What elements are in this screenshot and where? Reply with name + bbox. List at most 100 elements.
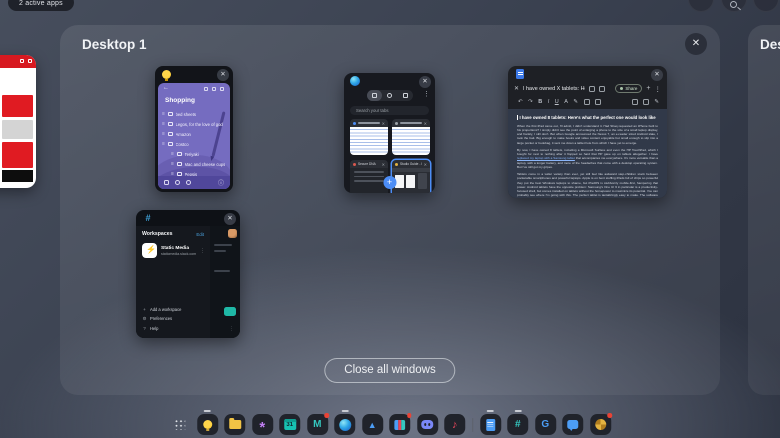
search-button[interactable] bbox=[721, 0, 747, 12]
dock-drive-icon[interactable]: ▲ bbox=[361, 414, 383, 435]
checklist-subitem[interactable]: ≡ Teriyaki bbox=[162, 149, 226, 159]
tab-close-icon[interactable]: ✕ bbox=[382, 162, 385, 167]
checklist-item[interactable]: ≡ Costco bbox=[162, 139, 226, 149]
dock-chat-icon[interactable] bbox=[562, 414, 584, 435]
add-box-icon[interactable] bbox=[164, 180, 169, 185]
pin-icon[interactable] bbox=[204, 87, 208, 91]
preferences-item[interactable]: ⚙ Preferences bbox=[142, 314, 206, 324]
corner-button-1[interactable] bbox=[688, 0, 714, 12]
edit-mode-icon[interactable]: ✎ bbox=[654, 99, 659, 105]
text-color-icon[interactable]: A bbox=[564, 99, 568, 105]
dock-keep-icon[interactable] bbox=[196, 410, 218, 435]
comment-add-icon[interactable] bbox=[632, 98, 639, 105]
desktop-title: Desktop 1 bbox=[82, 37, 147, 52]
browser-tab-thumbnail-1[interactable]: ✕ bbox=[350, 119, 388, 155]
underline-icon[interactable]: U bbox=[555, 99, 559, 105]
edit-button[interactable]: Edit bbox=[196, 232, 204, 237]
active-apps-pill[interactable]: 2 active apps bbox=[8, 0, 74, 11]
align-icon[interactable] bbox=[595, 98, 601, 105]
dock-calendar-icon[interactable]: 31 bbox=[279, 414, 301, 435]
comments-icon[interactable] bbox=[599, 85, 606, 92]
docs-more-icon[interactable]: ⋮ bbox=[655, 85, 662, 93]
browser-tab-thumbnail-3[interactable]: Secure DNA ✕ bbox=[350, 160, 388, 193]
dock-discord-icon[interactable] bbox=[416, 414, 438, 435]
add-workspace-item[interactable]: + Add a workspace bbox=[142, 305, 206, 315]
share-button[interactable]: Share bbox=[615, 84, 643, 93]
docs-close-button[interactable]: ✕ bbox=[651, 69, 663, 81]
suggest-icon[interactable] bbox=[643, 98, 650, 105]
back-icon[interactable]: ← bbox=[163, 85, 169, 91]
checkbox[interactable] bbox=[168, 141, 173, 147]
tab-search-bar[interactable]: Search your tabs bbox=[350, 106, 429, 115]
reminder-icon[interactable] bbox=[212, 87, 216, 91]
groups-mode-button[interactable] bbox=[398, 90, 413, 101]
edge-more-icon[interactable]: ⋮ bbox=[423, 90, 430, 98]
dock-photos-icon[interactable] bbox=[589, 413, 612, 435]
note-title[interactable]: Shopping bbox=[165, 97, 195, 104]
bold-icon[interactable]: B bbox=[538, 99, 542, 105]
keep-window[interactable]: ✕ ← Shopping ≡ bed sheets ≡ Legos, for t… bbox=[155, 66, 233, 192]
tab-close-icon[interactable]: ✕ bbox=[424, 121, 427, 126]
checkbox[interactable] bbox=[168, 111, 173, 117]
checkbox[interactable] bbox=[168, 131, 173, 137]
checklist-item[interactable]: ≡ Amazon bbox=[162, 129, 226, 139]
tabs-mode-button[interactable] bbox=[367, 90, 383, 101]
italic-icon[interactable]: I bbox=[548, 99, 550, 105]
edge-window[interactable]: ✕ ⋮ Search your tabs ✕ ✕ Secure DNA ✕ St… bbox=[344, 73, 435, 193]
dock-edge-icon[interactable] bbox=[334, 410, 356, 435]
workspace-more-icon[interactable]: ⋮ bbox=[200, 248, 205, 254]
workspace-item[interactable]: ⚡ Static Media staticmedia.slack.com ⋮ bbox=[142, 243, 205, 258]
more-options-icon[interactable]: ⓘ bbox=[218, 178, 224, 187]
edge-close-button[interactable]: ✕ bbox=[419, 76, 431, 88]
browser-tab-thumbnail-2[interactable]: ✕ bbox=[392, 119, 430, 155]
more-icon[interactable]: ⋮ bbox=[229, 326, 234, 332]
checklist-subitem[interactable]: ≡ Mac and cheese cups bbox=[162, 159, 226, 169]
palette-icon[interactable] bbox=[175, 180, 180, 185]
dock-slack-icon[interactable]: # bbox=[507, 410, 529, 435]
close-all-windows-button[interactable]: Close all windows bbox=[324, 358, 456, 383]
dock-asterisk-app-icon[interactable]: * bbox=[251, 414, 273, 435]
desktop-2-panel[interactable]: Des bbox=[748, 25, 780, 395]
checkbox[interactable] bbox=[168, 121, 173, 127]
redo-icon[interactable] bbox=[589, 85, 596, 92]
checklist-item[interactable]: ≡ Legos, for the love of god bbox=[162, 119, 226, 129]
highlight-icon[interactable]: ✎ bbox=[573, 99, 578, 105]
checkbox[interactable] bbox=[177, 151, 182, 157]
new-tab-button[interactable]: + bbox=[383, 176, 396, 189]
avatar[interactable] bbox=[228, 229, 237, 238]
incognito-mode-button[interactable] bbox=[382, 90, 397, 101]
browser-tab-thumbnail-4-selected[interactable]: Studio Guide - Uproar ✕ bbox=[392, 160, 430, 193]
desktop-close-button[interactable]: ✕ bbox=[685, 33, 707, 55]
dock-gmail-icon[interactable]: M bbox=[306, 413, 329, 435]
dock-docs-icon[interactable] bbox=[479, 410, 501, 435]
tab-title-placeholder bbox=[358, 122, 380, 124]
background-icon[interactable] bbox=[186, 180, 191, 185]
tab-close-icon[interactable]: ✕ bbox=[424, 162, 427, 167]
archive-icon[interactable] bbox=[220, 87, 224, 91]
dock-music-icon[interactable]: ♪ bbox=[444, 414, 466, 435]
tab-close-icon[interactable]: ✕ bbox=[382, 121, 385, 126]
keep-note: ← Shopping ≡ bed sheets ≡ Legos, for the… bbox=[158, 83, 230, 189]
help-item[interactable]: ? Help bbox=[142, 324, 206, 334]
docs-window[interactable]: ✕ ✕ I have owned X tablets: Here's what … bbox=[508, 66, 667, 198]
checklist-item[interactable]: ≡ bed sheets bbox=[162, 109, 226, 119]
redo-icon[interactable]: ↷ bbox=[528, 99, 533, 105]
partial-window-left[interactable] bbox=[0, 55, 36, 188]
keep-close-button[interactable]: ✕ bbox=[217, 69, 229, 81]
app-drawer-button[interactable] bbox=[169, 414, 190, 435]
doc-close-icon[interactable]: ✕ bbox=[514, 85, 519, 92]
slack-window[interactable]: # ✕ Workspaces Edit ⚡ Static Media stati… bbox=[136, 210, 240, 338]
dock-files-icon[interactable] bbox=[224, 414, 246, 435]
add-icon[interactable]: + bbox=[646, 85, 650, 92]
checkbox[interactable] bbox=[177, 161, 182, 167]
menu-icon[interactable] bbox=[28, 59, 32, 63]
teal-action-button[interactable] bbox=[224, 307, 236, 316]
corner-button-2[interactable] bbox=[753, 0, 779, 12]
slack-close-button[interactable]: ✕ bbox=[224, 213, 236, 225]
dock-wallet-icon[interactable] bbox=[389, 413, 412, 435]
insert-icon[interactable] bbox=[583, 98, 590, 105]
dock-google-icon[interactable]: G bbox=[534, 414, 556, 435]
share-icon[interactable] bbox=[20, 59, 24, 63]
undo-icon[interactable]: ↶ bbox=[518, 99, 523, 105]
document-page[interactable]: I have owned 8 tablets: Here's what the … bbox=[508, 109, 667, 198]
